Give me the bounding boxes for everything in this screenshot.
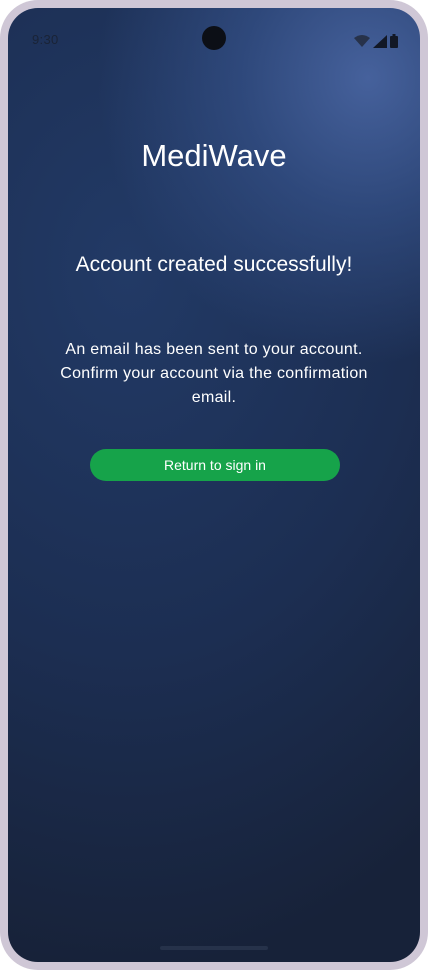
status-bar: 9:30 (8, 8, 420, 60)
app-title: MediWave (141, 138, 287, 173)
success-heading: Account created successfully! (75, 253, 353, 276)
app-screen: 9:30 MediWave Account created successful… (8, 8, 420, 962)
device-frame: 9:30 MediWave Account created successful… (0, 0, 428, 970)
status-icons (354, 34, 398, 48)
front-camera (202, 26, 226, 50)
wifi-icon (354, 35, 370, 47)
status-time: 9:30 (32, 32, 59, 47)
confirmation-message: An email has been sent to your account. … (60, 341, 368, 406)
home-indicator[interactable] (160, 946, 268, 950)
cellular-signal-icon (373, 34, 387, 48)
battery-icon (390, 34, 398, 48)
return-to-sign-in-button[interactable]: Return to sign in (90, 449, 340, 481)
